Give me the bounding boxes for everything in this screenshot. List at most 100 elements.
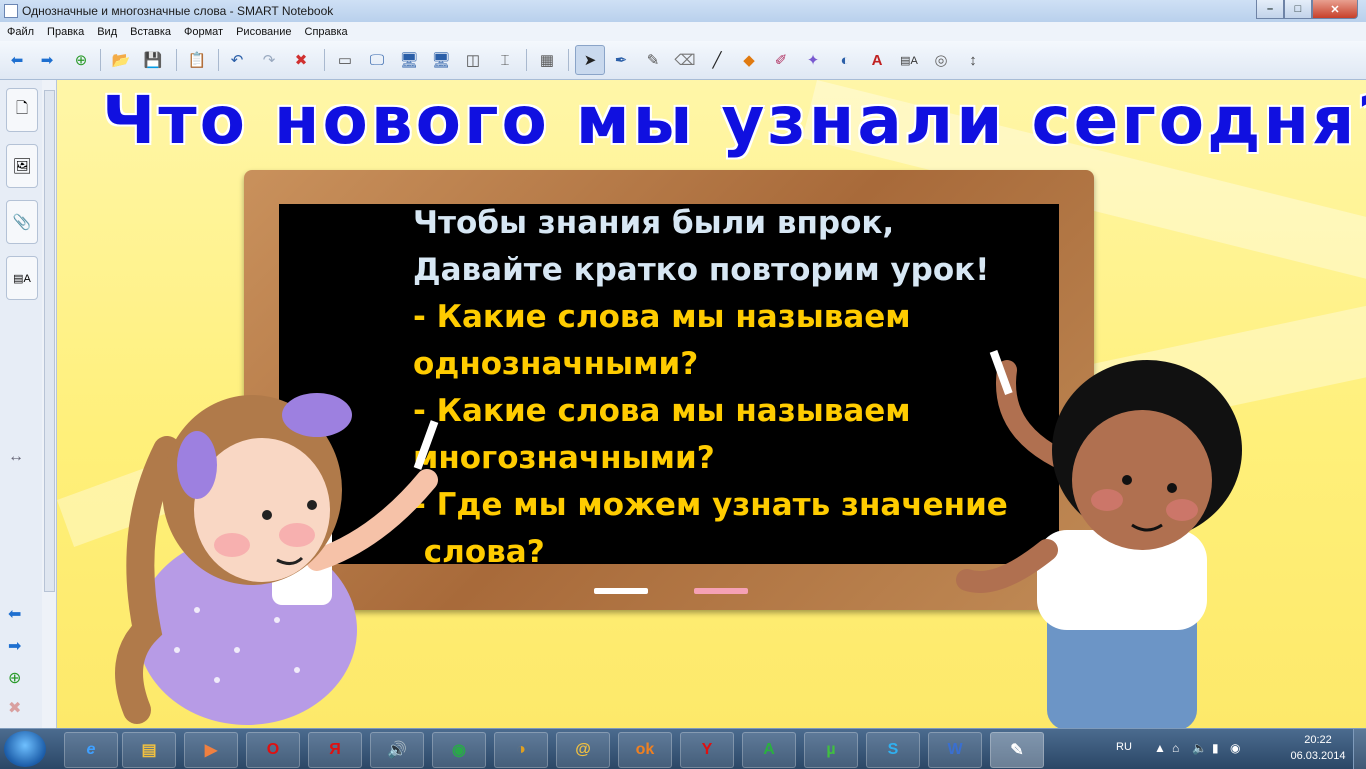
girl-chalk [413, 420, 439, 470]
acrobat-icon[interactable]: A [742, 732, 796, 768]
menu-edit[interactable]: Правка [40, 26, 90, 38]
attachments-tab[interactable]: 📎 [6, 200, 38, 244]
yandex-icon[interactable]: Я [308, 732, 362, 768]
cursor-icon[interactable]: ◎ [930, 49, 952, 71]
boy-arm [956, 539, 1058, 593]
title-bar: Однозначные и многозначные слова - SMART… [0, 0, 1366, 23]
app-icon [4, 4, 18, 18]
girl-bow [282, 393, 352, 437]
magic-pen-icon[interactable]: ✐ [770, 49, 792, 71]
properties-tab[interactable]: ▤A [6, 256, 38, 300]
boy-illustration [956, 350, 1242, 728]
properties-icon: ▤A [13, 272, 31, 285]
scrollbar-thumb[interactable] [44, 90, 55, 592]
creative-pen-icon[interactable]: ✎ [642, 49, 664, 71]
text-frame-icon[interactable]: ⌶ [494, 49, 516, 71]
ie-icon[interactable]: e [64, 732, 118, 768]
pen-icon[interactable]: ✒ [610, 49, 632, 71]
sidebar-back-icon[interactable]: ⬅ [8, 604, 21, 624]
slide-canvas[interactable]: Что нового мы узнали сегодня? Чтобы знан… [57, 80, 1366, 728]
capture-icon[interactable]: ◫ [462, 49, 484, 71]
magic-wand-icon[interactable]: ✦ [802, 49, 824, 71]
resize-icon[interactable]: ↔ [8, 448, 24, 466]
system-tray: RU ▲ ⌂ 🔈 ▮ ◉ 20:22 06.03.2014 [1106, 729, 1366, 769]
volume-icon[interactable]: 🔈 [1192, 741, 1207, 755]
table-icon[interactable]: ▦ [536, 49, 558, 71]
device-icon[interactable]: ⌂ [1172, 741, 1179, 755]
menu-help[interactable]: Справка [298, 26, 354, 38]
menu-format[interactable]: Формат [177, 26, 229, 38]
add-page-icon[interactable]: ⊕ [70, 49, 92, 71]
gallery-icon: 🖼 [12, 158, 32, 175]
sidebar-scrollbar[interactable] [42, 80, 57, 728]
window-controls: – □ ✕ [1256, 0, 1358, 19]
clock-time[interactable]: 20:22 [1288, 734, 1348, 746]
toolbar-separator [324, 49, 325, 71]
move-toolbar-icon[interactable]: ↕ [962, 49, 984, 71]
redo-icon[interactable]: ↷ [258, 49, 280, 71]
text-icon[interactable]: A [866, 49, 888, 71]
menu-file[interactable]: Файл [0, 26, 40, 38]
forward-icon[interactable]: ➡ [36, 49, 58, 71]
show-hidden-icon[interactable]: ▲ [1154, 741, 1166, 755]
window-title: Однозначные и многозначные слова - SMART… [22, 4, 334, 18]
menu-draw[interactable]: Рисование [229, 26, 297, 38]
sidebar: 🗋 🖼 📎 ▤A ↔ ⬅ ➡ ⊕ ✖ [0, 80, 43, 728]
delete-icon[interactable]: ✖ [290, 49, 312, 71]
tray-app-icon[interactable]: ◉ [1230, 741, 1240, 755]
menu-insert[interactable]: Вставка [123, 26, 177, 38]
page-title: Что нового мы узнали сегодня? [102, 82, 1366, 159]
odnoklassniki-icon[interactable]: ok [618, 732, 672, 768]
close-button[interactable]: ✕ [1312, 0, 1358, 19]
line-icon[interactable]: ╱ [706, 49, 728, 71]
open-icon[interactable]: 📂 [110, 49, 132, 71]
save-icon[interactable]: 💾 [142, 49, 164, 71]
paste-icon[interactable]: 📋 [186, 49, 208, 71]
skype-icon[interactable]: S [866, 732, 920, 768]
smart-notebook-icon[interactable]: ◑ [494, 732, 548, 768]
language-indicator[interactable]: RU [1116, 741, 1132, 753]
fill-icon[interactable]: ◐ [834, 49, 856, 71]
explorer-icon[interactable]: ▤ [122, 732, 176, 768]
notebook-active-icon[interactable]: ✎ [990, 732, 1044, 768]
paperclip-icon: 📎 [12, 214, 32, 231]
toolbar-separator [176, 49, 177, 71]
toolbar: ⬅ ➡ ⊕ 📂 💾 📋 ↶ ↷ ✖ ▭ 🖵 🖥 🖥 ◫ ⌶ ▦ ➤ ✒ ✎ ⌫ … [0, 41, 1366, 80]
sidebar-delete-icon[interactable]: ✖ [8, 698, 21, 718]
sound-icon[interactable]: 🔊 [370, 732, 424, 768]
minimize-button[interactable]: – [1256, 0, 1284, 19]
menu-view[interactable]: Вид [90, 26, 123, 38]
network-icon[interactable]: ▮ [1212, 741, 1219, 755]
media-player-icon[interactable]: ▶ [184, 732, 238, 768]
start-button[interactable] [4, 731, 46, 767]
word-icon[interactable]: W [928, 732, 982, 768]
back-icon[interactable]: ⬅ [6, 49, 28, 71]
opera-icon[interactable]: O [246, 732, 300, 768]
properties-icon[interactable]: ▤A [898, 49, 920, 71]
clock-date[interactable]: 06.03.2014 [1288, 750, 1348, 762]
screen-shade-icon[interactable]: ▭ [334, 49, 356, 71]
display-icon[interactable]: 🖵 [366, 49, 388, 71]
sidebar-add-page-icon[interactable]: ⊕ [8, 668, 21, 688]
eraser-icon[interactable]: ⌫ [674, 49, 696, 71]
white-chalk [594, 588, 648, 594]
sidebar-forward-icon[interactable]: ➡ [8, 636, 21, 656]
undo-icon[interactable]: ↶ [226, 49, 248, 71]
pink-chalk [694, 588, 748, 594]
display-settings-icon[interactable]: 🖥 [398, 49, 420, 71]
show-desktop-button[interactable] [1353, 729, 1366, 769]
gallery-tab[interactable]: 🖼 [6, 144, 38, 188]
shape-icon[interactable]: ◆ [738, 49, 760, 71]
select-icon[interactable]: ➤ [575, 45, 605, 75]
board-line: Чтобы знания были впрок, [413, 205, 895, 241]
maximize-button[interactable]: □ [1284, 0, 1312, 19]
menu-bar: Файл Правка Вид Вставка Формат Рисование… [0, 22, 1366, 41]
document-camera-icon[interactable]: 🖥 [430, 49, 452, 71]
mail-icon[interactable]: @ [556, 732, 610, 768]
page-sorter-icon: 🗋 [15, 99, 29, 117]
utorrent-icon[interactable]: µ [804, 732, 858, 768]
page-sorter-tab[interactable]: 🗋 [6, 88, 38, 132]
yandex-browser-icon[interactable]: Y [680, 732, 734, 768]
toolbar-separator [218, 49, 219, 71]
chrome-icon[interactable]: ◉ [432, 732, 486, 768]
